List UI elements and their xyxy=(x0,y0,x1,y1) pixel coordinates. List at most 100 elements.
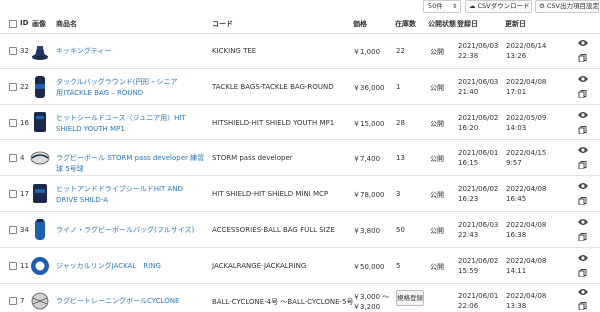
row-registered-date: 2021/06/01 xyxy=(458,149,499,157)
row-code: HIT SHIELD-HIT SHIELD MINI MCP xyxy=(212,190,329,198)
select-all-checkbox[interactable] xyxy=(9,20,17,28)
row-status: 公開 xyxy=(430,48,444,56)
row-registered-date: 2021/06/03 xyxy=(458,221,499,229)
product-name-link[interactable]: ヒットアンドドライブシールドHIT AND DRIVE SHILD-A xyxy=(56,184,201,206)
eye-icon[interactable] xyxy=(578,288,588,296)
row-checkbox[interactable] xyxy=(9,47,17,55)
row-checkbox[interactable] xyxy=(9,262,17,270)
product-name-link[interactable]: ヒットシールドユース（ジュニア用）HIT SHIELD YOUTH MP1 xyxy=(56,113,201,135)
product-name-link[interactable]: キッキングティー xyxy=(56,46,196,57)
row-status: 公開 xyxy=(430,155,444,163)
row-id: 16 xyxy=(20,119,29,127)
eye-icon[interactable] xyxy=(578,182,588,190)
table-row[interactable]: 17 ヒットアンドドライブシールドHIT AND DRIVE SHILD-A H… xyxy=(0,176,600,212)
csv-download-button[interactable]: ☁ CSVダウンロード xyxy=(465,0,532,13)
row-id: 4 xyxy=(20,154,25,162)
table-row[interactable]: 4 ラグビーボール STORM pass developer 練習球 5号球 S… xyxy=(0,140,600,176)
register-variant-button[interactable]: 規格登録 xyxy=(396,290,424,306)
row-registered-date: 2021/06/01 xyxy=(458,292,499,300)
col-id[interactable]: ID xyxy=(20,19,28,27)
col-price[interactable]: 価格 xyxy=(353,19,367,29)
row-code: JACKALRANGE-JACKALRING xyxy=(212,262,307,270)
product-name-link[interactable]: ラグビーボール STORM pass developer 練習球 5号球 xyxy=(56,153,206,175)
row-registered-date: 2021/06/02 xyxy=(458,257,499,265)
row-updated-date: 2022/04/08 xyxy=(506,78,547,86)
row-price: ￥3,800 xyxy=(353,227,381,235)
product-name-link[interactable]: ライノ・ラグビーボールバッグ(フルサイズ) xyxy=(56,225,206,236)
row-registered-date: 2021/06/02 xyxy=(458,114,499,122)
row-code: STORM pass developer xyxy=(212,154,293,162)
row-price: ￥3,000 ～ xyxy=(353,293,390,301)
eye-icon[interactable] xyxy=(578,218,588,226)
copy-icon[interactable] xyxy=(578,302,588,310)
col-stock[interactable]: 在庫数 xyxy=(395,19,416,29)
row-status: 公開 xyxy=(430,120,444,128)
row-price-max: ￥3,200 xyxy=(353,303,381,311)
row-price: ￥36,000 xyxy=(353,84,385,92)
per-page-select[interactable]: 50件 ⇕ xyxy=(423,0,461,13)
table-row[interactable]: 11 ジャッカルリングJACKAL RING JACKALRANGE-JACKA… xyxy=(0,248,600,284)
row-registered-time: 22:38 xyxy=(458,52,479,60)
row-registered-time: 16:15 xyxy=(458,159,479,167)
row-updated-date: 2022/04/15 xyxy=(506,149,547,157)
copy-icon[interactable] xyxy=(578,54,588,62)
row-registered-time: 21:40 xyxy=(458,88,479,96)
row-status: 公開 xyxy=(430,191,444,199)
row-id: 34 xyxy=(20,226,29,234)
row-updated-date: 2022/05/09 xyxy=(506,114,547,122)
row-price: ￥15,000 xyxy=(353,120,385,128)
copy-icon[interactable] xyxy=(578,90,588,98)
eye-icon[interactable] xyxy=(578,111,588,119)
product-thumbnail xyxy=(33,184,47,203)
col-updated[interactable]: 更新日 xyxy=(505,19,526,29)
col-status[interactable]: 公開状態 xyxy=(428,19,456,29)
row-checkbox[interactable] xyxy=(9,154,17,162)
col-registered[interactable]: 登録日 xyxy=(457,19,478,29)
col-code[interactable]: コード xyxy=(212,19,233,29)
copy-icon[interactable] xyxy=(578,126,588,134)
product-name-link[interactable]: ジャッカルリングJACKAL RING xyxy=(56,261,206,272)
row-stock: 22 xyxy=(396,47,405,55)
row-registered-time: 15:59 xyxy=(458,267,479,275)
eye-icon[interactable] xyxy=(578,75,588,83)
table-header: ID 画像 商品名 コード 価格 在庫数 公開状態 登録日 更新日 xyxy=(0,14,600,34)
csv-settings-button[interactable]: ⚙ CSV出力項目設定 xyxy=(535,0,599,13)
row-id: 7 xyxy=(20,297,25,305)
table-row[interactable]: 16 ヒットシールドユース（ジュニア用）HIT SHIELD YOUTH MP1… xyxy=(0,105,600,140)
eye-icon[interactable] xyxy=(578,146,588,154)
row-checkbox[interactable] xyxy=(9,297,17,305)
row-updated-date: 2022/04/08 xyxy=(506,292,547,300)
row-stock: 3 xyxy=(396,190,401,198)
row-price: ￥7,400 xyxy=(353,155,381,163)
row-stock: 28 xyxy=(396,119,405,127)
row-updated-date: 2022/06/14 xyxy=(506,42,547,50)
col-name[interactable]: 商品名 xyxy=(56,19,77,29)
row-updated-date: 2022/04/08 xyxy=(506,185,547,193)
copy-icon[interactable] xyxy=(578,161,588,169)
row-id: 11 xyxy=(20,262,29,270)
row-updated-time: 9:57 xyxy=(506,159,522,167)
copy-icon[interactable] xyxy=(578,269,588,277)
table-row[interactable]: 34 ライノ・ラグビーボールバッグ(フルサイズ) ACCESSORIES-BAL… xyxy=(0,212,600,248)
row-id: 22 xyxy=(20,83,29,91)
row-checkbox[interactable] xyxy=(9,190,17,198)
table-row[interactable]: 32 キッキングティー KICKING TEE ￥1,000 22 公開 202… xyxy=(0,34,600,69)
row-status: 公開 xyxy=(430,263,444,271)
copy-icon[interactable] xyxy=(578,197,588,205)
gear-icon: ⚙ xyxy=(539,2,545,10)
product-name-link[interactable]: タックルバッグラウンド(円形・シニア用)TACKLE BAG – ROUND xyxy=(56,77,201,99)
product-name-link[interactable]: ラグビートレーニングボールCYCLONE xyxy=(56,296,206,307)
product-thumbnail xyxy=(35,76,45,98)
table-row[interactable]: 7 ラグビートレーニングボールCYCLONE BALL-CYCLONE-4号 ～… xyxy=(0,284,600,312)
table-row[interactable]: 22 タックルバッグラウンド(円形・シニア用)TACKLE BAG – ROUN… xyxy=(0,69,600,105)
row-checkbox[interactable] xyxy=(9,119,17,127)
row-checkbox[interactable] xyxy=(9,226,17,234)
row-id: 17 xyxy=(20,190,29,198)
row-updated-time: 14:11 xyxy=(506,267,527,275)
eye-icon[interactable] xyxy=(578,254,588,262)
copy-icon[interactable] xyxy=(578,233,588,241)
row-stock: 50 xyxy=(396,226,405,234)
row-checkbox[interactable] xyxy=(9,83,17,91)
eye-icon[interactable] xyxy=(578,39,588,47)
cloud-upload-icon: ☁ xyxy=(469,2,476,10)
